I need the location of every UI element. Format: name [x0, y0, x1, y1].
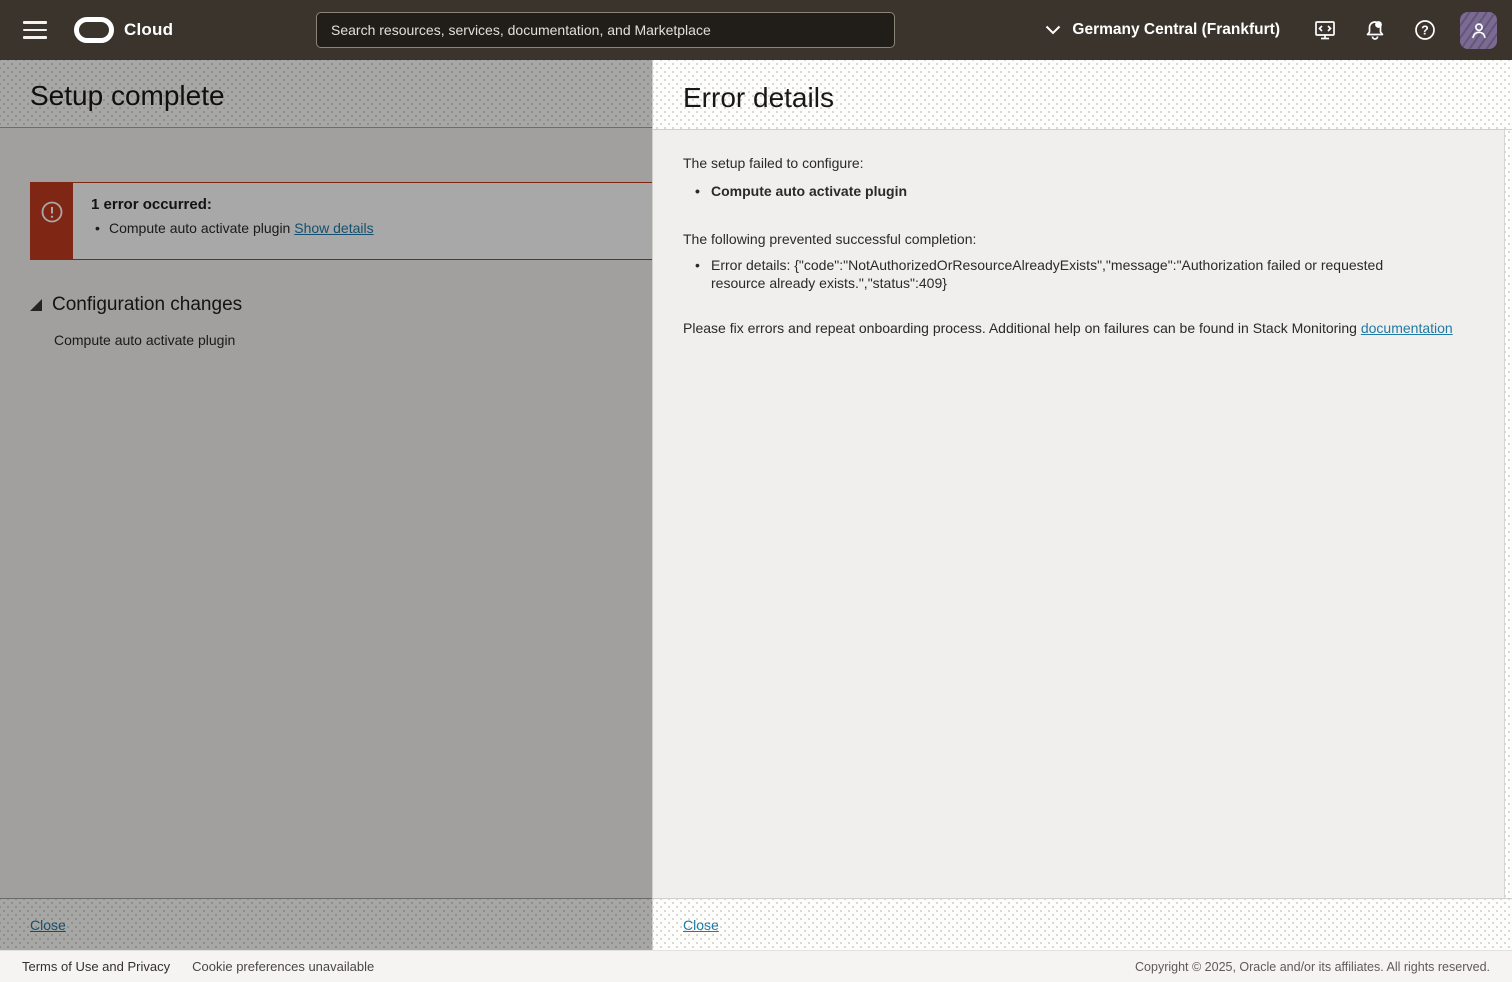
error-details-drawer: Error details The setup failed to config… [652, 60, 1512, 950]
notifications-bell-icon[interactable] [1362, 17, 1388, 43]
documentation-link[interactable]: documentation [1361, 320, 1453, 336]
terms-link[interactable]: Terms of Use and Privacy [22, 959, 170, 974]
user-avatar[interactable] [1460, 12, 1497, 49]
intro-text: The setup failed to configure: [683, 154, 1474, 172]
svg-text:?: ? [1421, 23, 1429, 37]
oracle-cloud-brand[interactable]: Cloud [74, 17, 173, 43]
region-selector[interactable]: Germany Central (Frankfurt) [1045, 21, 1280, 39]
help-icon[interactable]: ? [1412, 17, 1438, 43]
brand-label: Cloud [124, 20, 173, 40]
oracle-logo [74, 17, 114, 43]
error-detail-item: Error details: {"code":"NotAuthorizedOrR… [683, 256, 1441, 292]
person-icon [1468, 19, 1490, 41]
region-label: Germany Central (Frankfurt) [1072, 21, 1280, 39]
drawer-close-link[interactable]: Close [683, 917, 719, 933]
console-icon[interactable] [1312, 17, 1338, 43]
chevron-down-icon [1045, 25, 1061, 35]
global-search [316, 12, 895, 48]
copyright-text: Copyright © 2025, Oracle and/or its affi… [1135, 960, 1512, 974]
error-details-footer: Close [653, 898, 1512, 950]
error-details-body: The setup failed to configure: Compute a… [653, 130, 1505, 898]
failed-item: Compute auto activate plugin [683, 182, 1474, 200]
menu-icon[interactable] [12, 10, 58, 50]
top-bar: Cloud Germany Central (Frankfurt) [0, 0, 1512, 60]
error-details-header: Error details [653, 60, 1512, 130]
cookie-preferences-text: Cookie preferences unavailable [192, 959, 374, 974]
search-input[interactable] [316, 12, 895, 48]
global-footer: Terms of Use and Privacy Cookie preferen… [0, 950, 1512, 982]
help-text: Please fix errors and repeat onboarding … [683, 319, 1474, 337]
prevented-text: The following prevented successful compl… [683, 230, 1474, 248]
drawer-title: Error details [683, 82, 1512, 114]
